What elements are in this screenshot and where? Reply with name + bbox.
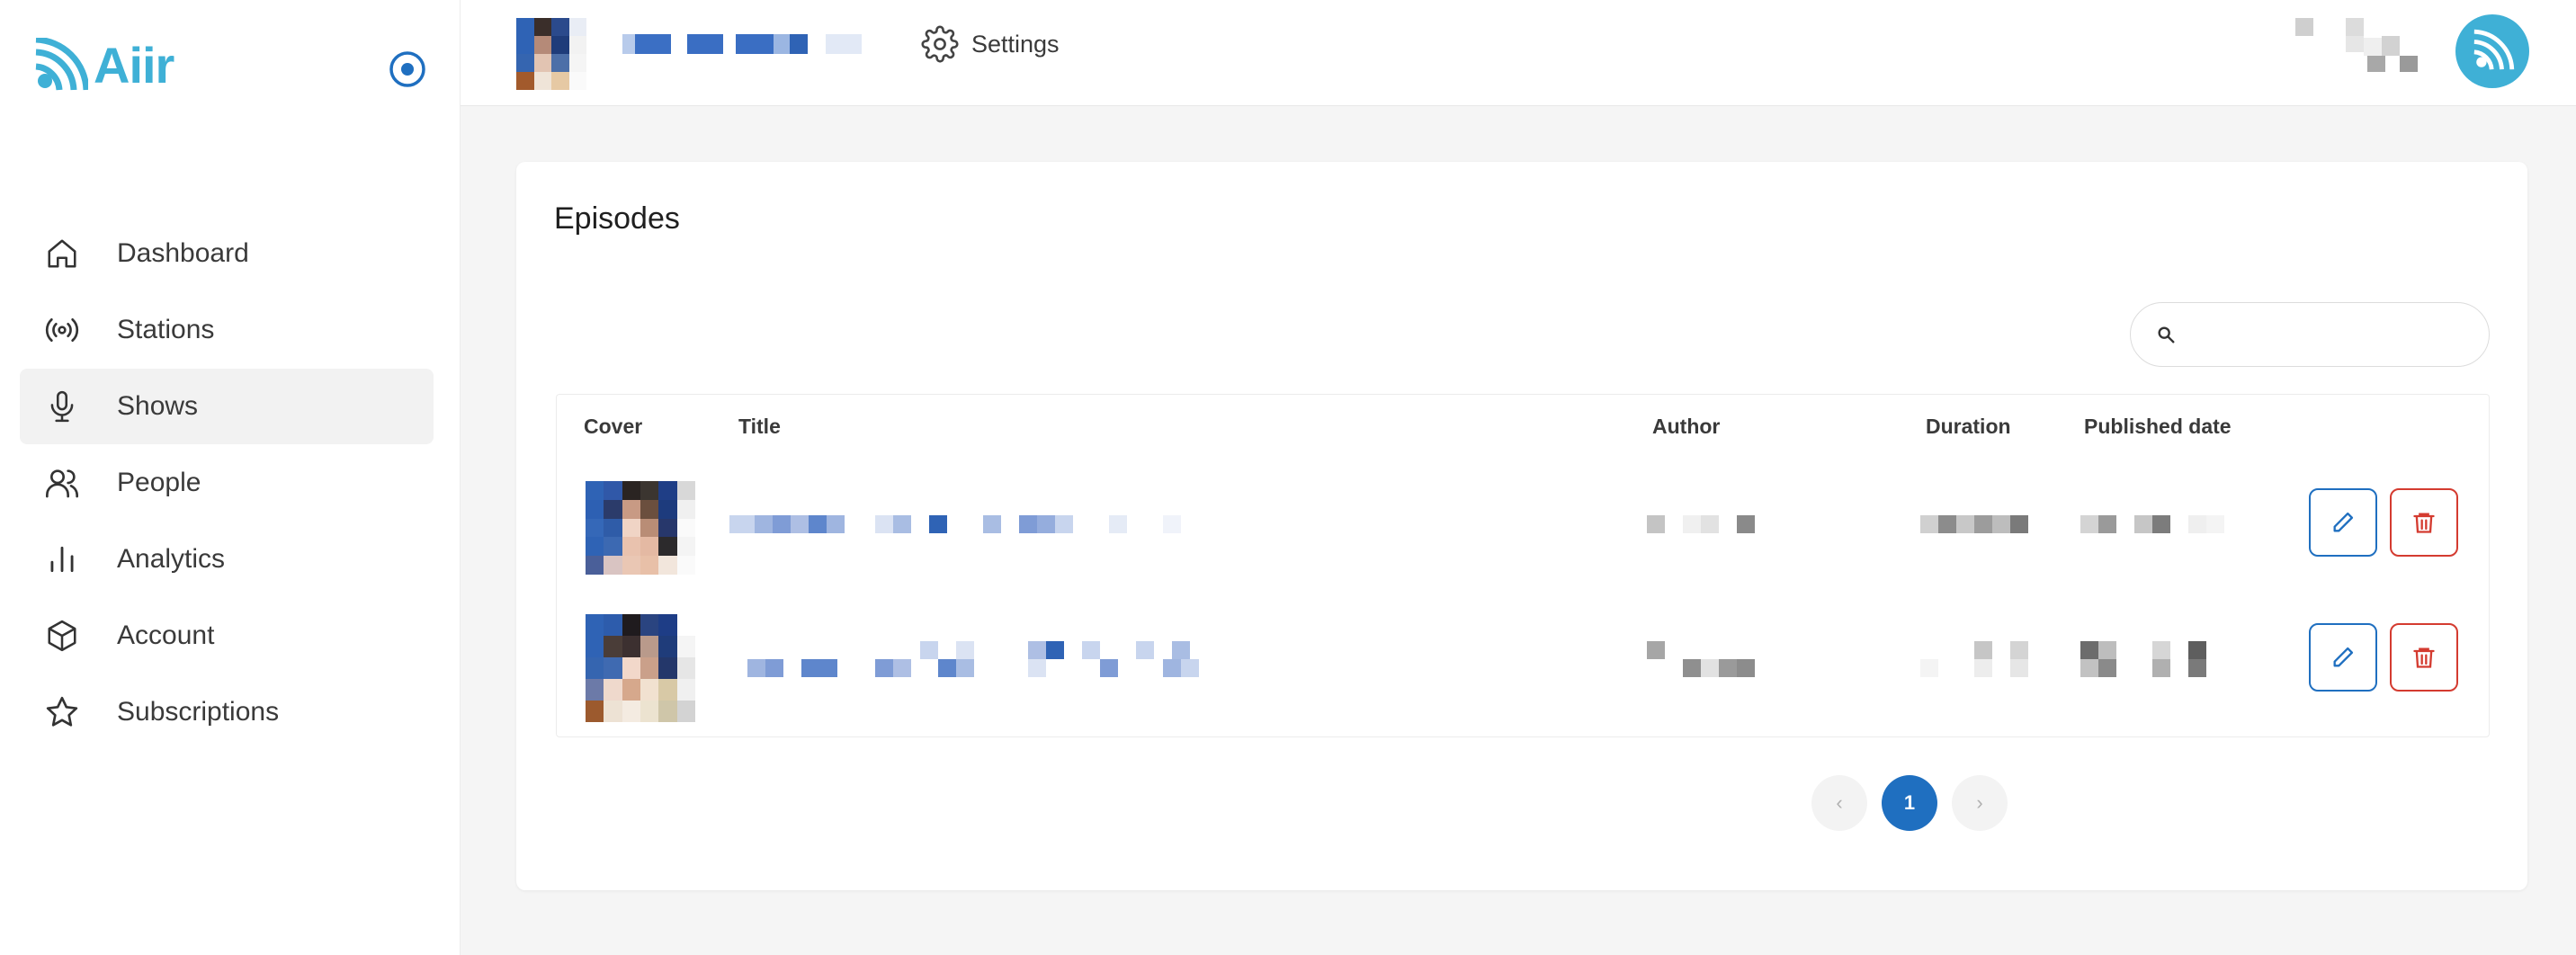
top-header: Settings [461,0,2576,106]
column-header-duration[interactable]: Duration [1926,415,2011,439]
station-name-obscured [622,34,862,54]
users-icon [43,464,81,502]
next-page-button[interactable]: › [1952,775,2008,831]
sidebar-item-label: Shows [117,391,199,421]
sidebar-item-label: Analytics [117,544,226,574]
sidebar-collapse-button[interactable] [387,49,428,90]
sidebar-item-analytics[interactable]: Analytics [20,522,434,597]
episode-title-obscured[interactable] [729,641,1233,677]
sidebar-item-subscriptions[interactable]: Subscriptions [20,674,434,750]
prev-page-button[interactable]: ‹ [1811,775,1867,831]
sidebar-item-label: Subscriptions [117,697,280,727]
episode-author-obscured [1647,515,1764,549]
aiir-waves-icon [35,37,88,90]
sidebar-item-label: Dashboard [117,238,249,268]
episodes-table: Cover Title Author Duration Published da… [556,394,2490,737]
bar-chart-icon [43,540,81,578]
sidebar-item-shows[interactable]: Shows [20,369,434,444]
episode-published-date-obscured [2080,641,2224,677]
delete-episode-button[interactable] [2390,623,2458,692]
episode-author-obscured [1647,641,1764,677]
episode-duration-obscured [1920,515,2037,549]
home-icon [43,235,81,272]
star-icon [43,693,81,731]
sidebar-item-label: Stations [117,315,215,344]
column-header-cover[interactable]: Cover [584,415,642,439]
search-input[interactable] [2188,322,2476,347]
gear-icon [921,25,959,63]
search-box[interactable] [2130,302,2490,367]
pencil-icon [2333,512,2354,532]
box-icon [43,617,81,655]
sidebar-item-stations[interactable]: Stations [20,292,434,368]
settings-link[interactable]: Settings [921,25,1060,63]
user-avatar[interactable] [2455,14,2529,88]
user-name-obscured [2295,16,2421,74]
delete-episode-button[interactable] [2390,488,2458,557]
page-title: Episodes [554,201,680,236]
pencil-icon [2333,647,2354,667]
trash-icon [2413,647,2435,668]
sidebar-item-label: People [117,468,201,497]
sidebar-item-people[interactable]: People [20,445,434,521]
column-header-author[interactable]: Author [1652,415,1720,439]
settings-label: Settings [971,30,1060,58]
edit-episode-button[interactable] [2309,488,2377,557]
episode-title-obscured[interactable] [729,515,1233,549]
column-header-title[interactable]: Title [738,415,781,439]
broadcast-icon [43,311,81,349]
table-row[interactable] [557,605,2489,731]
station-avatar[interactable] [516,18,586,90]
trash-icon [2413,513,2435,533]
sidebar-item-dashboard[interactable]: Dashboard [20,216,434,291]
sidebar-item-label: Account [117,620,215,650]
aiir-logo[interactable]: Aiir [32,36,174,94]
aiir-waves-icon [2473,29,2515,70]
search-icon [2158,326,2175,344]
sidebar: Aiir Dashboard Stations Shows People Ana… [0,0,461,955]
episode-cover-image[interactable] [586,481,695,575]
pagination: ‹ 1 › [1811,775,2008,831]
edit-episode-button[interactable] [2309,623,2377,692]
table-row[interactable] [557,470,2489,596]
episode-cover-image[interactable] [586,614,695,722]
logo-text: Aiir [94,37,174,94]
episodes-card: Episodes Cover Title Author Duration Pub… [516,162,2527,890]
microphone-icon [43,388,81,425]
target-icon [389,51,425,87]
sidebar-nav: Dashboard Stations Shows People Analytic… [20,216,434,751]
sidebar-item-account[interactable]: Account [20,598,434,674]
episode-duration-obscured [1920,641,2037,677]
column-header-published-date[interactable]: Published date [2084,415,2232,439]
episode-published-date-obscured [2080,515,2224,549]
page-number-button[interactable]: 1 [1882,775,1937,831]
table-header: Cover Title Author Duration Published da… [557,395,2489,467]
